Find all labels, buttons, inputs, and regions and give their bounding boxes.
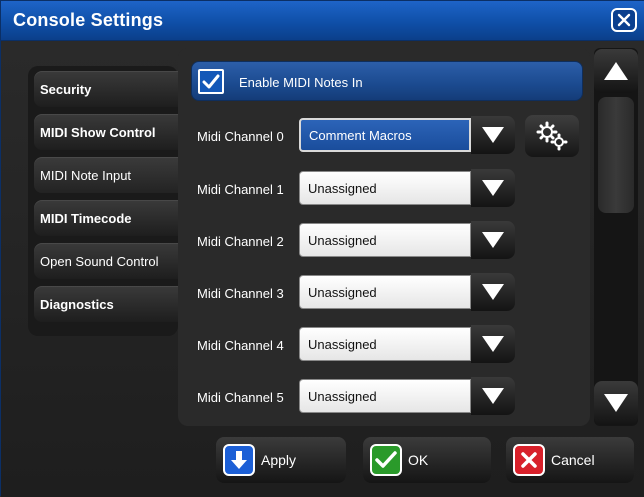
enable-label: Enable MIDI Notes In: [239, 75, 363, 90]
channel-4-select[interactable]: Unassigned: [299, 327, 471, 361]
settings-tabs: Security MIDI Show Control MIDI Note Inp…: [28, 66, 184, 336]
channel-label: Midi Channel 1: [197, 182, 284, 197]
enable-midi-notes-toggle[interactable]: Enable MIDI Notes In: [191, 61, 583, 101]
channel-label: Midi Channel 3: [197, 286, 284, 301]
tab-label: Security: [40, 81, 92, 97]
tab-label: MIDI Show Control: [40, 124, 156, 140]
enable-checkbox[interactable]: [198, 69, 224, 94]
x-icon: [513, 444, 545, 476]
tab-label: Diagnostics: [40, 296, 114, 312]
close-icon: [617, 13, 631, 27]
tab-midi-note-input[interactable]: MIDI Note Input: [34, 157, 182, 193]
scroll-down-button[interactable]: [594, 381, 638, 425]
triangle-down-icon: [482, 232, 504, 248]
channel-label: Midi Channel 4: [197, 338, 284, 353]
channel-3-dropdown-button[interactable]: [471, 273, 515, 311]
tab-security[interactable]: Security: [34, 71, 184, 107]
console-settings-window: Console Settings Security MIDI Show Cont…: [0, 0, 644, 497]
channel-5-dropdown-button[interactable]: [471, 377, 515, 415]
channel-0-dropdown-button[interactable]: [471, 116, 515, 154]
tab-diagnostics[interactable]: Diagnostics: [34, 286, 184, 322]
scrollbar-thumb[interactable]: [598, 97, 634, 213]
triangle-down-icon: [482, 180, 504, 196]
tab-label: MIDI Note Input: [40, 167, 132, 183]
channel-0-select[interactable]: Comment Macros: [299, 118, 471, 152]
tab-label: MIDI Timecode: [40, 210, 132, 226]
check-icon: [370, 444, 402, 476]
triangle-down-icon: [482, 284, 504, 300]
channel-3-select[interactable]: Unassigned: [299, 275, 471, 309]
cancel-button[interactable]: Cancel: [506, 437, 634, 483]
channel-1-dropdown-button[interactable]: [471, 169, 515, 207]
channel-2-dropdown-button[interactable]: [471, 221, 515, 259]
tab-midi-timecode[interactable]: MIDI Timecode: [34, 200, 184, 236]
triangle-down-icon: [482, 336, 504, 352]
channel-label: Midi Channel 2: [197, 234, 284, 249]
channel-5-select[interactable]: Unassigned: [299, 379, 471, 413]
channel-label: Midi Channel 5: [197, 390, 284, 405]
title-bar: Console Settings: [1, 1, 644, 41]
arrow-down-icon: [223, 444, 255, 476]
tab-open-sound-control[interactable]: Open Sound Control: [34, 243, 184, 279]
check-icon: [202, 74, 220, 88]
channel-4-dropdown-button[interactable]: [471, 325, 515, 363]
gears-icon: [536, 121, 568, 151]
apply-label: Apply: [261, 452, 297, 468]
triangle-down-icon: [482, 127, 504, 143]
close-button[interactable]: [611, 8, 637, 32]
ok-label: OK: [408, 452, 429, 468]
triangle-down-icon: [482, 388, 504, 404]
channel-1-select[interactable]: Unassigned: [299, 171, 471, 205]
cancel-label: Cancel: [551, 452, 595, 468]
triangle-up-icon: [604, 62, 628, 80]
channel-label: Midi Channel 0: [197, 129, 284, 144]
window-title: Console Settings: [13, 10, 164, 30]
channel-settings-button[interactable]: [525, 115, 579, 157]
tab-midi-show-control[interactable]: MIDI Show Control: [34, 114, 184, 150]
tab-label: Open Sound Control: [40, 253, 159, 269]
ok-button[interactable]: OK: [363, 437, 491, 483]
channel-2-select[interactable]: Unassigned: [299, 223, 471, 257]
triangle-down-icon: [604, 394, 628, 412]
scroll-up-button[interactable]: [594, 49, 638, 93]
apply-button[interactable]: Apply: [216, 437, 346, 483]
